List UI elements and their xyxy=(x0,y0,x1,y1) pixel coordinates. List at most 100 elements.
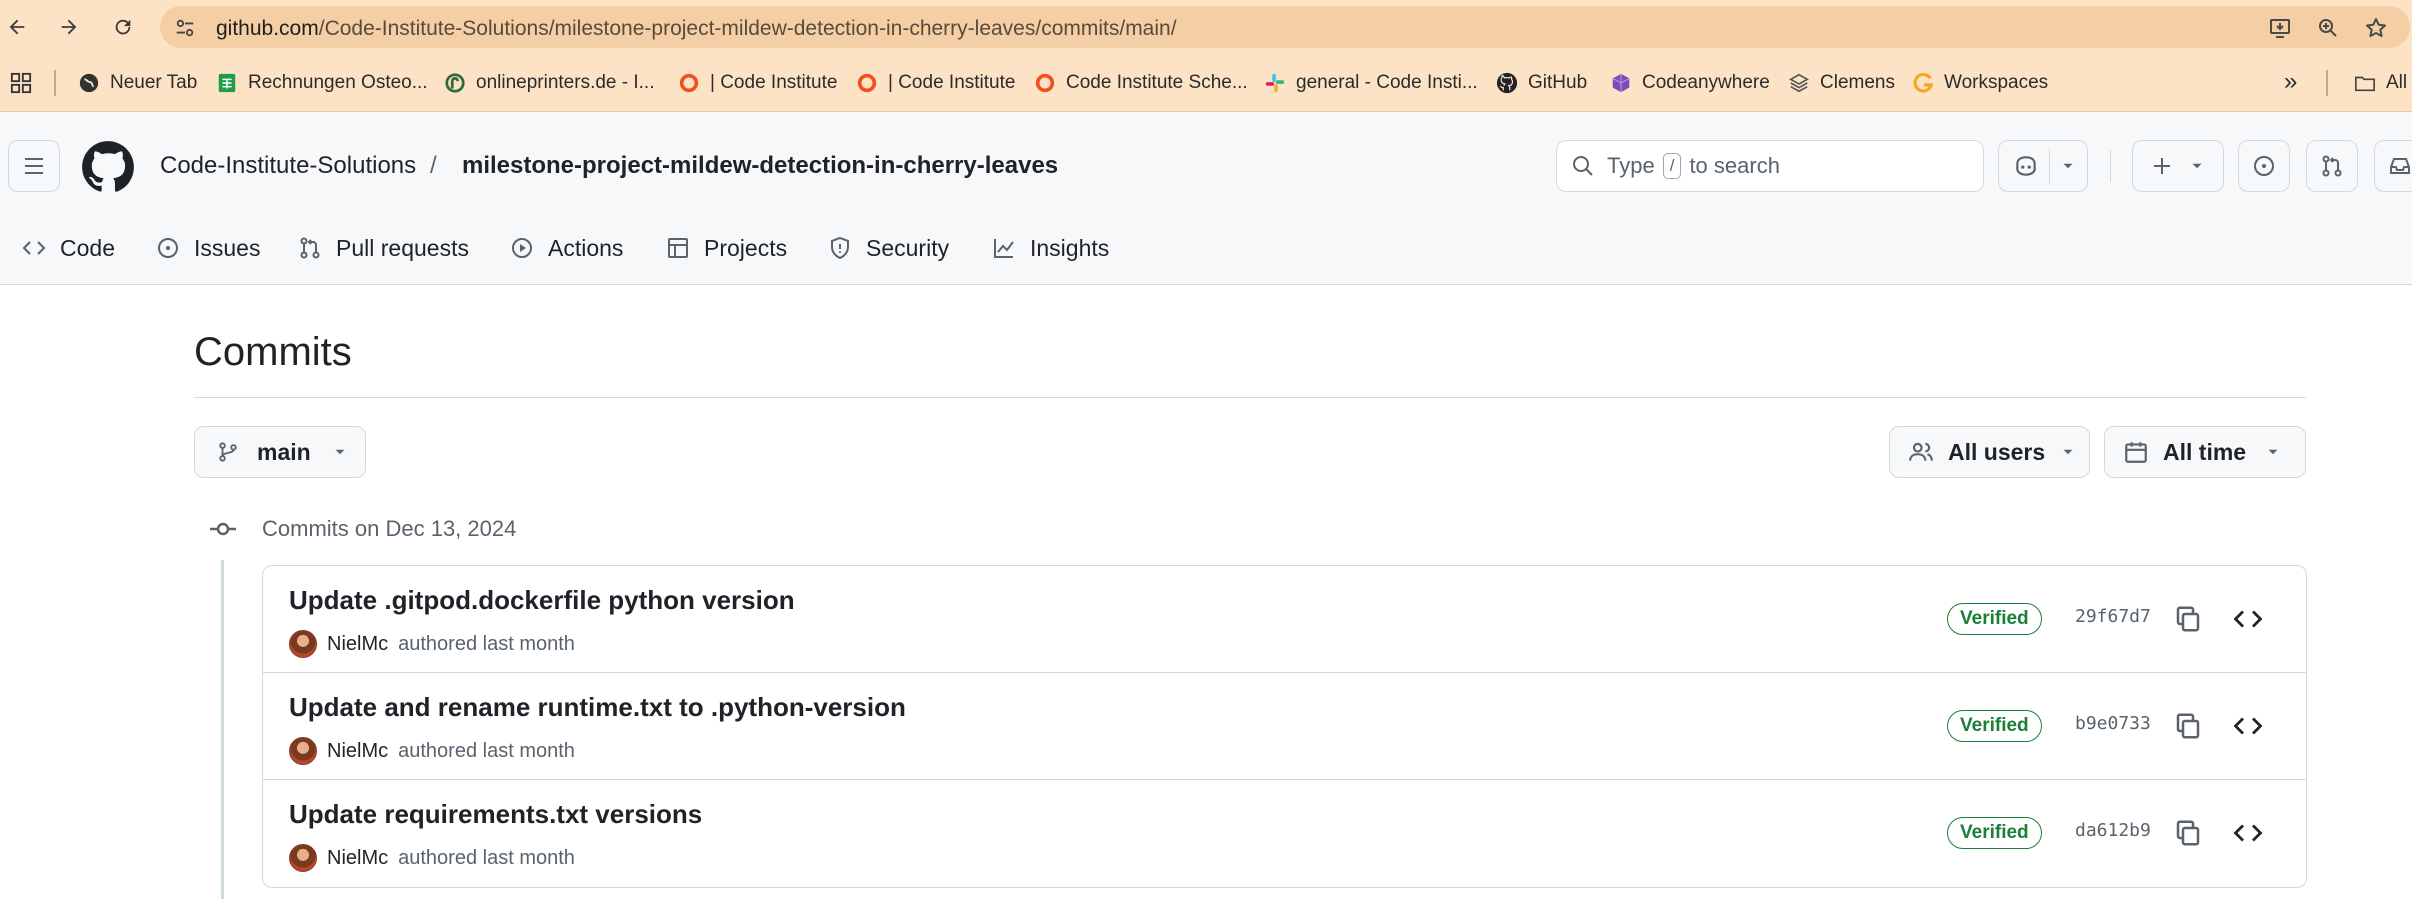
verified-badge[interactable]: Verified xyxy=(1947,603,2042,635)
arrow-right-icon xyxy=(61,19,77,35)
bookmark-slack-general[interactable]: general - Code Insti... xyxy=(1264,68,1478,98)
tab-label: Insights xyxy=(1030,234,1110,261)
verified-badge[interactable]: Verified xyxy=(1947,710,2042,742)
bookmark-github[interactable]: GitHub xyxy=(1496,68,1587,98)
browse-code-icon[interactable] xyxy=(2233,604,2263,634)
copy-icon[interactable] xyxy=(2173,711,2203,741)
copilot-button[interactable] xyxy=(1998,140,2088,192)
menu-icon xyxy=(25,158,43,174)
code-icon xyxy=(22,241,46,255)
bookmark-rechnungen[interactable]: Rechnungen Osteo... xyxy=(216,68,428,98)
forward-button[interactable] xyxy=(52,10,86,44)
people-icon xyxy=(1909,442,1933,461)
copy-icon[interactable] xyxy=(2173,818,2203,848)
codeanywhere-icon xyxy=(1612,73,1630,93)
bookmark-code-institute-2[interactable]: | Code Institute xyxy=(856,68,1015,98)
tab-pull-requests[interactable]: Pull requests xyxy=(298,226,469,270)
reload-button[interactable] xyxy=(106,10,140,44)
authored-time: authored last month xyxy=(398,632,575,655)
pull-requests-shortcut-button[interactable] xyxy=(2306,140,2358,192)
bookmark-label: general - Code Insti... xyxy=(1296,72,1478,93)
zoom-icon[interactable] xyxy=(2316,16,2340,40)
bookmark-codeanywhere[interactable]: Codeanywhere xyxy=(1610,68,1770,98)
graph-icon xyxy=(994,239,1014,258)
commit-date-heading: Commits on Dec 13, 2024 xyxy=(262,516,517,541)
bookmark-separator xyxy=(2326,70,2328,96)
tab-insights[interactable]: Insights xyxy=(992,226,1109,270)
inbox-button[interactable] xyxy=(2374,140,2412,192)
copy-icon[interactable] xyxy=(2173,604,2203,634)
apps-grid-icon[interactable] xyxy=(10,72,32,94)
search-input[interactable]: Type / to search xyxy=(1556,140,1984,192)
arrow-left-icon xyxy=(9,19,25,35)
tab-actions[interactable]: Actions xyxy=(510,226,623,270)
commit-sha-link[interactable]: 29f67d7 xyxy=(2075,606,2151,627)
issues-shortcut-button[interactable] xyxy=(2238,140,2290,192)
avatar[interactable] xyxy=(289,737,317,765)
bookmark-label: | Code Institute xyxy=(888,72,1016,93)
search-shortcut-key: / xyxy=(1662,153,1682,179)
commit-message-link[interactable]: Update and rename runtime.txt to .python… xyxy=(289,692,906,723)
tab-issues[interactable]: Issues xyxy=(156,226,260,270)
tab-label: Actions xyxy=(548,234,624,261)
verified-badge[interactable]: Verified xyxy=(1947,817,2042,849)
chevron-down-icon[interactable] xyxy=(2059,157,2077,175)
bookmark-onlineprinters[interactable]: onlineprinters.de - I... xyxy=(444,68,654,98)
back-button[interactable] xyxy=(0,10,34,44)
authored-time: authored last month xyxy=(398,739,575,762)
bookmark-clemens[interactable]: Clemens xyxy=(1788,68,1895,98)
commit-sha-link[interactable]: da612b9 xyxy=(2075,820,2151,841)
time-filter-button[interactable]: All time xyxy=(2104,426,2306,478)
tab-code[interactable]: Code xyxy=(22,226,115,270)
bookmark-label: Clemens xyxy=(1820,72,1895,93)
address-bar[interactable]: github.com/Code-Institute-Solutions/mile… xyxy=(160,6,2410,48)
bookmark-workspaces[interactable]: Workspaces xyxy=(1912,68,2048,98)
avatar[interactable] xyxy=(289,630,317,658)
install-app-icon[interactable] xyxy=(2268,16,2292,40)
commit-message-link[interactable]: Update requirements.txt versions xyxy=(289,799,702,830)
star-icon[interactable] xyxy=(2364,16,2388,40)
globe-icon xyxy=(79,73,99,93)
tab-label: Security xyxy=(866,234,950,261)
pull-request-icon xyxy=(2322,155,2342,177)
bookmark-code-institute-schedule[interactable]: Code Institute Sche... xyxy=(1034,68,1248,98)
site-settings-icon[interactable] xyxy=(174,17,196,39)
repo-owner-link[interactable]: Code-Institute-Solutions xyxy=(160,152,416,180)
plus-icon xyxy=(2154,158,2170,174)
commit-message-link[interactable]: Update .gitpod.dockerfile python version xyxy=(289,585,795,616)
author-link[interactable]: NielMc xyxy=(327,847,388,870)
tab-label: Projects xyxy=(704,234,788,261)
search-placeholder-prefix: Type xyxy=(1607,153,1655,178)
branch-selector[interactable]: main xyxy=(194,426,366,478)
tab-label: Issues xyxy=(194,234,261,261)
authored-time: authored last month xyxy=(398,846,575,869)
hamburger-menu-button[interactable] xyxy=(8,140,60,192)
author-link[interactable]: NielMc xyxy=(327,633,388,656)
users-filter-button[interactable]: All users xyxy=(1889,426,2090,478)
copilot-icon xyxy=(2016,156,2036,176)
commit-meta: NielMc authored last month xyxy=(289,737,575,765)
commit-row: Update .gitpod.dockerfile python version… xyxy=(263,566,2306,673)
bookmark-label: Codeanywhere xyxy=(1642,72,1770,93)
tab-projects[interactable]: Projects xyxy=(666,226,787,270)
workspaces-icon xyxy=(1913,72,1934,93)
search-placeholder-suffix: to search xyxy=(1689,153,1780,178)
repo-name-link[interactable]: milestone-project-mildew-detection-in-ch… xyxy=(462,152,1058,180)
create-new-button[interactable] xyxy=(2132,140,2224,192)
pull-request-icon xyxy=(300,237,320,259)
commit-sha-link[interactable]: b9e0733 xyxy=(2075,713,2151,734)
bookmark-neuer-tab[interactable]: Neuer Tab xyxy=(78,68,197,98)
tab-security[interactable]: Security xyxy=(828,226,949,270)
browse-code-icon[interactable] xyxy=(2233,711,2263,741)
commit-row: Update requirements.txt versions NielMc … xyxy=(263,780,2306,887)
bookmark-code-institute-1[interactable]: | Code Institute xyxy=(678,68,837,98)
chevron-down-icon xyxy=(2268,449,2278,455)
github-logo[interactable] xyxy=(81,140,135,194)
browse-code-icon[interactable] xyxy=(2233,818,2263,848)
all-bookmarks-button[interactable]: All xyxy=(2354,68,2407,98)
bookmark-label: | Code Institute xyxy=(710,72,838,93)
avatar[interactable] xyxy=(289,844,317,872)
more-bookmarks-button[interactable]: » xyxy=(2284,68,2297,96)
reload-icon xyxy=(115,19,131,35)
author-link[interactable]: NielMc xyxy=(327,740,388,763)
